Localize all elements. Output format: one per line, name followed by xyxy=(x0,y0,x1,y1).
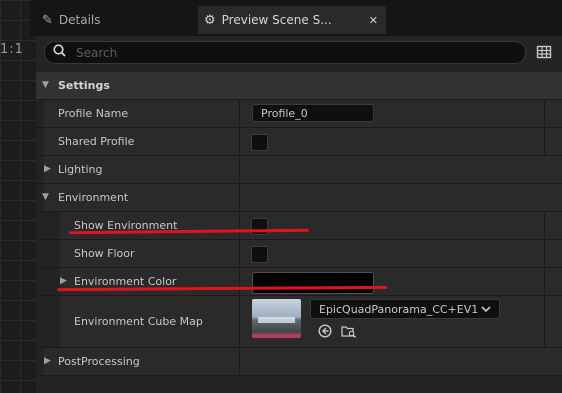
show-environment-checkbox[interactable] xyxy=(251,218,268,235)
show-floor-checkbox[interactable] xyxy=(251,246,268,263)
property-row-environment-color: ▶ Environment Color xyxy=(36,268,562,296)
category-lighting[interactable]: ▶ Lighting xyxy=(36,156,562,184)
cube-map-thumbnail[interactable] xyxy=(252,299,301,338)
expand-down-icon[interactable]: ▼ xyxy=(42,72,49,99)
expand-right-icon[interactable]: ▶ xyxy=(44,156,51,183)
property-row-show-environment: Show Environment xyxy=(36,212,562,240)
property-row-shared-profile: Shared Profile xyxy=(36,128,562,156)
environment-color-swatch[interactable] xyxy=(252,272,374,294)
search-icon xyxy=(53,44,66,61)
category-label: Lighting xyxy=(58,163,103,176)
property-label: Show Environment xyxy=(74,219,178,232)
chevron-down-icon xyxy=(481,303,491,316)
cube-map-asset-name: EpicQuadPanorama_CC+EV1 xyxy=(319,302,479,316)
pencil-icon: ✎ xyxy=(42,12,53,28)
shared-profile-checkbox[interactable] xyxy=(251,134,268,151)
table-view-icon[interactable] xyxy=(536,44,552,60)
tab-details[interactable]: ✎ Details xyxy=(36,6,186,34)
use-selected-asset-icon[interactable] xyxy=(316,324,334,340)
viewport-background: 1:1 xyxy=(0,0,36,393)
category-label: Environment xyxy=(58,191,129,204)
cube-map-asset-picker[interactable]: EpicQuadPanorama_CC+EV1 xyxy=(310,299,500,319)
property-label: Show Floor xyxy=(74,247,135,260)
close-icon[interactable]: ✕ xyxy=(369,14,378,27)
search-input[interactable] xyxy=(74,44,498,61)
viewport-scale-label: 1:1 xyxy=(0,42,24,57)
property-label: Shared Profile xyxy=(58,135,135,148)
search-row xyxy=(36,36,562,70)
tab-details-label: Details xyxy=(58,13,101,27)
property-rows: ▼ Settings Profile Name Profile_0 Shared… xyxy=(36,72,562,376)
property-row-environment-cube-map: Environment Cube Map EpicQuadPanorama_CC… xyxy=(36,296,562,348)
property-label: Environment Cube Map xyxy=(74,315,203,328)
profile-name-input[interactable]: Profile_0 xyxy=(252,104,374,122)
category-postprocessing[interactable]: ▶ PostProcessing xyxy=(36,348,562,376)
property-label: Profile Name xyxy=(58,107,129,120)
tab-preview-scene-settings[interactable]: ⚙ Preview Scene S... ✕ xyxy=(198,6,386,34)
search-box[interactable] xyxy=(44,41,526,64)
details-panel: ▼ Settings Profile Name Profile_0 Shared… xyxy=(36,36,562,393)
category-settings[interactable]: ▼ Settings xyxy=(36,72,562,100)
property-label: Environment Color xyxy=(74,275,177,288)
expand-right-icon[interactable]: ▶ xyxy=(44,348,51,375)
property-row-show-floor: Show Floor xyxy=(36,240,562,268)
category-environment[interactable]: ▼ Environment xyxy=(36,184,562,212)
browse-asset-icon[interactable] xyxy=(340,324,358,340)
expand-down-icon[interactable]: ▼ xyxy=(42,184,49,211)
category-label: PostProcessing xyxy=(58,355,140,368)
tab-preview-label: Preview Scene S... xyxy=(221,13,332,27)
property-row-profile-name: Profile Name Profile_0 xyxy=(36,100,562,128)
gear-icon: ⚙ xyxy=(204,12,216,28)
tab-bar: ✎ Details ⚙ Preview Scene S... ✕ xyxy=(30,0,562,36)
category-label: Settings xyxy=(58,79,110,92)
